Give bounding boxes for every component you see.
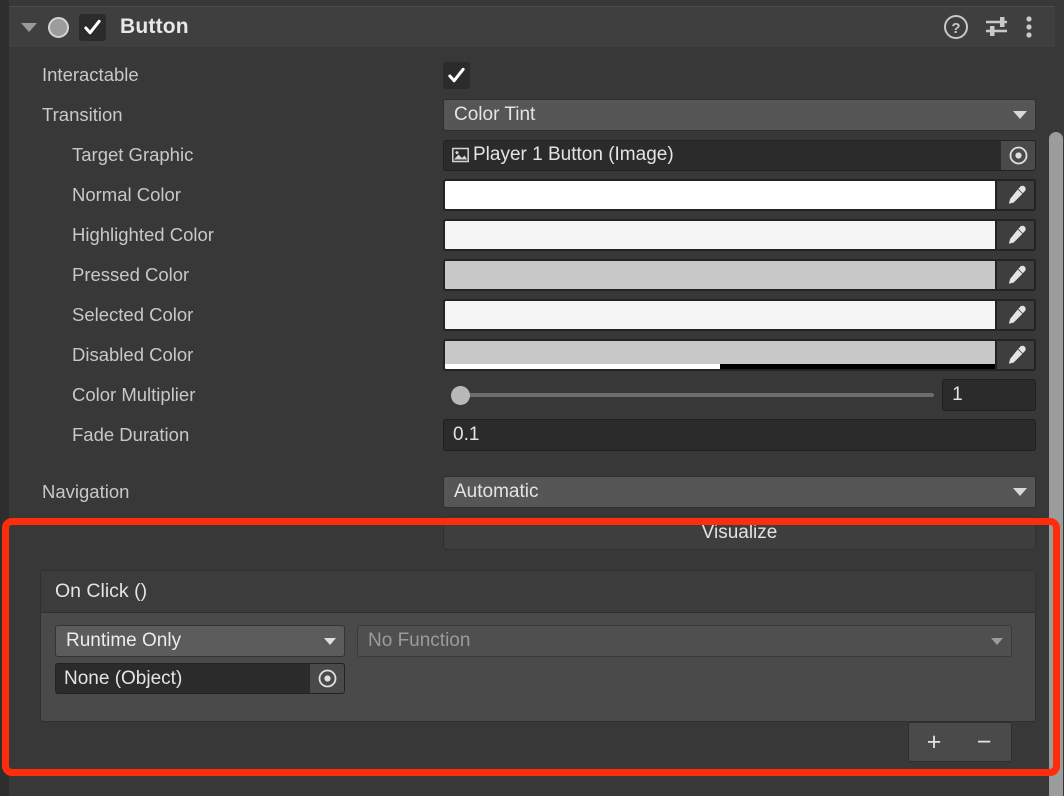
color-swatch bbox=[445, 301, 995, 329]
on-click-entry-list: Runtime Only No Function None (Object) bbox=[41, 613, 1035, 706]
vertical-scrollbar-track[interactable] bbox=[1048, 47, 1064, 796]
color-alpha-fill bbox=[445, 364, 720, 369]
target-graphic-value: Player 1 Button (Image) bbox=[473, 144, 674, 165]
event-object-value: None (Object) bbox=[64, 667, 183, 689]
preset-sliders-icon[interactable] bbox=[983, 14, 1011, 40]
label-target-graphic: Target Graphic bbox=[72, 144, 194, 165]
disabled-color-field[interactable] bbox=[443, 339, 1036, 371]
label-selected-color: Selected Color bbox=[72, 304, 194, 325]
selected-color-field[interactable] bbox=[443, 299, 1036, 331]
color-swatch-solid bbox=[445, 261, 995, 289]
label-fade-duration: Fade Duration bbox=[72, 424, 190, 445]
unity-inspector-panel: Button ? Interactable Transition Color T… bbox=[0, 0, 1064, 796]
visualize-label: Visualize bbox=[701, 522, 778, 543]
checkmark-icon bbox=[448, 67, 465, 82]
eyedropper-icon[interactable] bbox=[995, 301, 1034, 329]
help-icon[interactable]: ? bbox=[943, 14, 969, 40]
event-function-dropdown[interactable]: No Function bbox=[357, 625, 1012, 657]
label-interactable: Interactable bbox=[42, 64, 139, 85]
component-title: Button bbox=[120, 15, 189, 38]
eyedropper-icon[interactable] bbox=[995, 221, 1034, 249]
color-swatch bbox=[445, 261, 995, 289]
event-object-field[interactable]: None (Object) bbox=[55, 663, 345, 694]
row-disabled-color: Disabled Color bbox=[9, 335, 1055, 375]
slider-track bbox=[451, 393, 935, 397]
event-add-remove-group: + − bbox=[908, 722, 1012, 762]
interactable-checkbox[interactable] bbox=[443, 61, 470, 89]
row-pressed-color: Pressed Color bbox=[9, 255, 1055, 295]
navigation-dropdown[interactable]: Automatic bbox=[443, 476, 1036, 508]
fade-duration-value: 0.1 bbox=[453, 424, 480, 445]
kebab-menu-icon[interactable] bbox=[1025, 14, 1033, 40]
on-click-header[interactable]: On Click () bbox=[41, 571, 1035, 613]
row-fade-duration: Fade Duration 0.1 bbox=[9, 415, 1055, 455]
row-interactable: Interactable bbox=[9, 55, 1055, 95]
color-swatch-solid bbox=[445, 341, 995, 364]
event-mode-dropdown[interactable]: Runtime Only bbox=[55, 625, 345, 657]
on-click-event-panel: On Click () Runtime Only No Function Non… bbox=[40, 570, 1036, 722]
label-normal-color: Normal Color bbox=[72, 184, 181, 205]
triangle-down-icon bbox=[21, 22, 37, 32]
header-icon-group: ? bbox=[943, 14, 1033, 40]
row-navigation: Navigation Automatic bbox=[9, 472, 1055, 512]
eyedropper-icon[interactable] bbox=[995, 261, 1034, 289]
chevron-down-icon bbox=[1013, 111, 1027, 119]
transition-value: Color Tint bbox=[454, 104, 536, 125]
color-swatch-solid bbox=[445, 301, 995, 329]
checkmark-icon bbox=[84, 19, 101, 34]
color-swatch bbox=[445, 181, 995, 209]
image-asset-icon bbox=[452, 147, 469, 162]
label-color-multiplier: Color Multiplier bbox=[72, 384, 196, 405]
row-normal-color: Normal Color bbox=[9, 175, 1055, 215]
color-swatch bbox=[445, 221, 995, 249]
on-click-entry: Runtime Only No Function None (Object) bbox=[55, 625, 1021, 694]
left-gutter bbox=[0, 0, 9, 796]
row-highlighted-color: Highlighted Color bbox=[9, 215, 1055, 255]
foldout-toggle[interactable] bbox=[16, 14, 42, 40]
navigation-value: Automatic bbox=[454, 481, 539, 502]
label-transition: Transition bbox=[42, 104, 123, 125]
button-component-icon bbox=[45, 14, 71, 40]
remove-event-button[interactable]: − bbox=[959, 723, 1009, 761]
event-mode-value: Runtime Only bbox=[66, 630, 182, 651]
object-picker-icon[interactable] bbox=[310, 664, 344, 693]
color-swatch-solid bbox=[445, 221, 995, 249]
color-multiplier-slider[interactable] bbox=[451, 379, 935, 411]
target-graphic-object-field[interactable]: Player 1 Button (Image) bbox=[443, 139, 1036, 171]
chevron-down-icon bbox=[1013, 488, 1027, 496]
slider-handle[interactable] bbox=[451, 385, 470, 405]
color-swatch bbox=[445, 341, 995, 369]
pressed-color-field[interactable] bbox=[443, 259, 1036, 291]
label-disabled-color: Disabled Color bbox=[72, 344, 194, 365]
visualize-button[interactable]: Visualize bbox=[443, 516, 1036, 550]
component-header[interactable]: Button ? bbox=[9, 6, 1055, 47]
label-navigation: Navigation bbox=[42, 481, 130, 502]
eyedropper-icon[interactable] bbox=[995, 341, 1034, 369]
color-multiplier-value: 1 bbox=[952, 384, 963, 405]
add-event-button[interactable]: + bbox=[909, 723, 959, 761]
chevron-down-icon bbox=[991, 637, 1003, 645]
color-swatch-solid bbox=[445, 181, 995, 209]
vertical-scrollbar-thumb[interactable] bbox=[1049, 132, 1063, 796]
svg-text:?: ? bbox=[951, 20, 960, 37]
highlighted-color-field[interactable] bbox=[443, 219, 1036, 251]
transition-dropdown[interactable]: Color Tint bbox=[443, 99, 1036, 131]
row-transition: Transition Color Tint bbox=[9, 95, 1055, 135]
event-function-value: No Function bbox=[368, 630, 471, 651]
color-alpha-bar bbox=[445, 364, 995, 369]
object-picker-icon[interactable] bbox=[1001, 140, 1035, 170]
normal-color-field[interactable] bbox=[443, 179, 1036, 211]
on-click-title: On Click () bbox=[55, 580, 148, 602]
component-enabled-checkbox[interactable] bbox=[79, 13, 106, 41]
label-pressed-color: Pressed Color bbox=[72, 264, 190, 285]
label-highlighted-color: Highlighted Color bbox=[72, 224, 214, 245]
row-target-graphic: Target Graphic Player 1 Button (Image) bbox=[9, 135, 1055, 175]
row-color-multiplier: Color Multiplier 1 bbox=[9, 375, 1055, 415]
fade-duration-input[interactable]: 0.1 bbox=[443, 419, 1036, 451]
row-selected-color: Selected Color bbox=[9, 295, 1055, 335]
chevron-down-icon bbox=[324, 637, 336, 645]
eyedropper-icon[interactable] bbox=[995, 181, 1034, 209]
color-multiplier-input[interactable]: 1 bbox=[942, 379, 1036, 411]
